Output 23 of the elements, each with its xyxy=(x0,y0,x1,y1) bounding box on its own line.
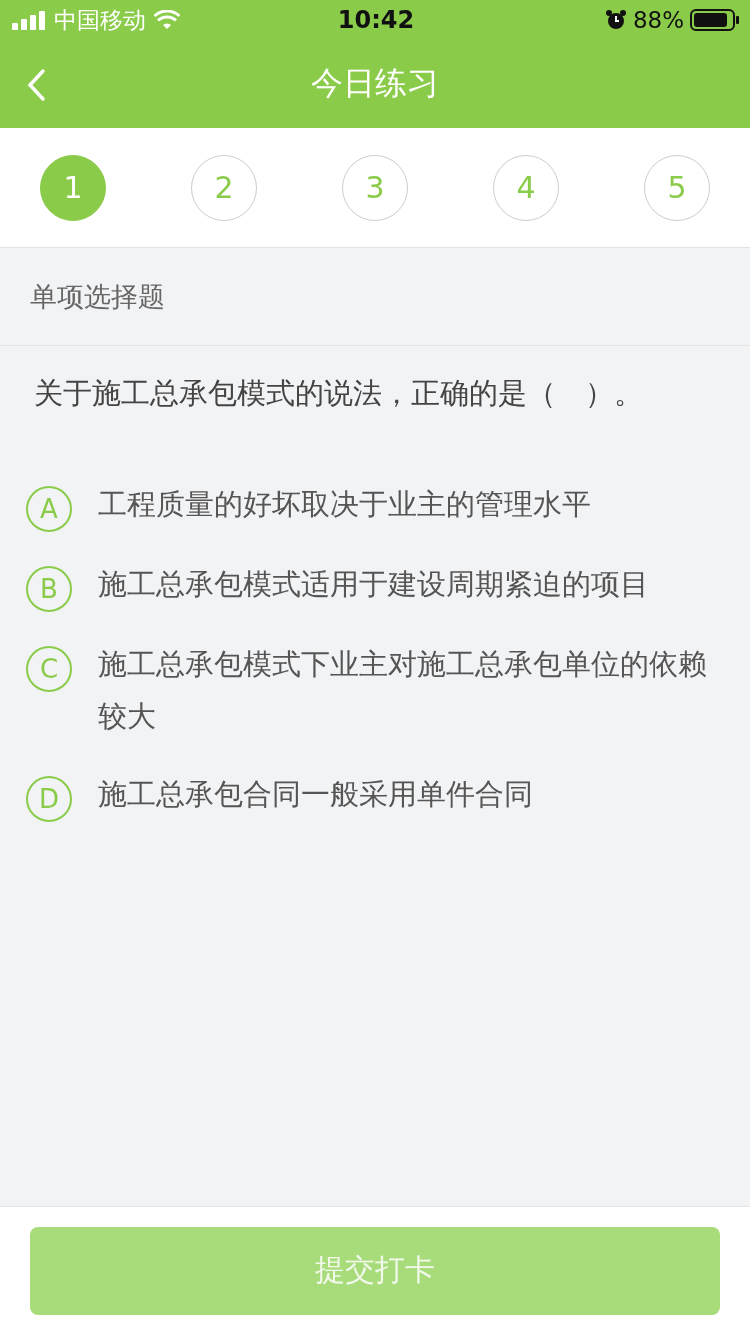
alarm-clock-icon xyxy=(604,9,627,31)
wifi-icon xyxy=(154,10,180,30)
question-number-tab[interactable]: 3 xyxy=(342,154,408,221)
signal-icon xyxy=(12,10,46,30)
option-text[interactable]: 施工总承包模式下业主对施工总承包单位的依赖较大 xyxy=(98,638,720,742)
question-number-tab[interactable]: 4 xyxy=(493,154,559,221)
status-time: 10:42 xyxy=(337,6,415,34)
question-number-tab[interactable]: 5 xyxy=(644,154,710,221)
question-text: 关于施工总承包模式的说法，正确的是（ ）。 xyxy=(33,375,644,412)
question-number-tab[interactable]: 1 xyxy=(40,154,106,221)
battery-percentage: 88% xyxy=(632,7,684,33)
battery-icon xyxy=(690,8,740,32)
page-title: 今日练习 xyxy=(311,63,439,104)
option-text[interactable]: 施工总承包合同一般采用单件合同 xyxy=(98,768,533,820)
option-radio[interactable]: B xyxy=(26,566,72,612)
section-heading: 单项选择题 xyxy=(0,248,750,346)
option-radio[interactable]: C xyxy=(26,646,72,692)
carrier-name: 中国移动 xyxy=(54,5,146,35)
question-number-tab[interactable]: 2 xyxy=(191,154,257,221)
option-radio[interactable]: A xyxy=(26,486,72,532)
option-radio[interactable]: D xyxy=(26,776,72,822)
option-text[interactable]: 施工总承包模式适用于建设周期紧迫的项目 xyxy=(98,558,649,610)
option-text[interactable]: 工程质量的好坏取决于业主的管理水平 xyxy=(98,478,591,530)
